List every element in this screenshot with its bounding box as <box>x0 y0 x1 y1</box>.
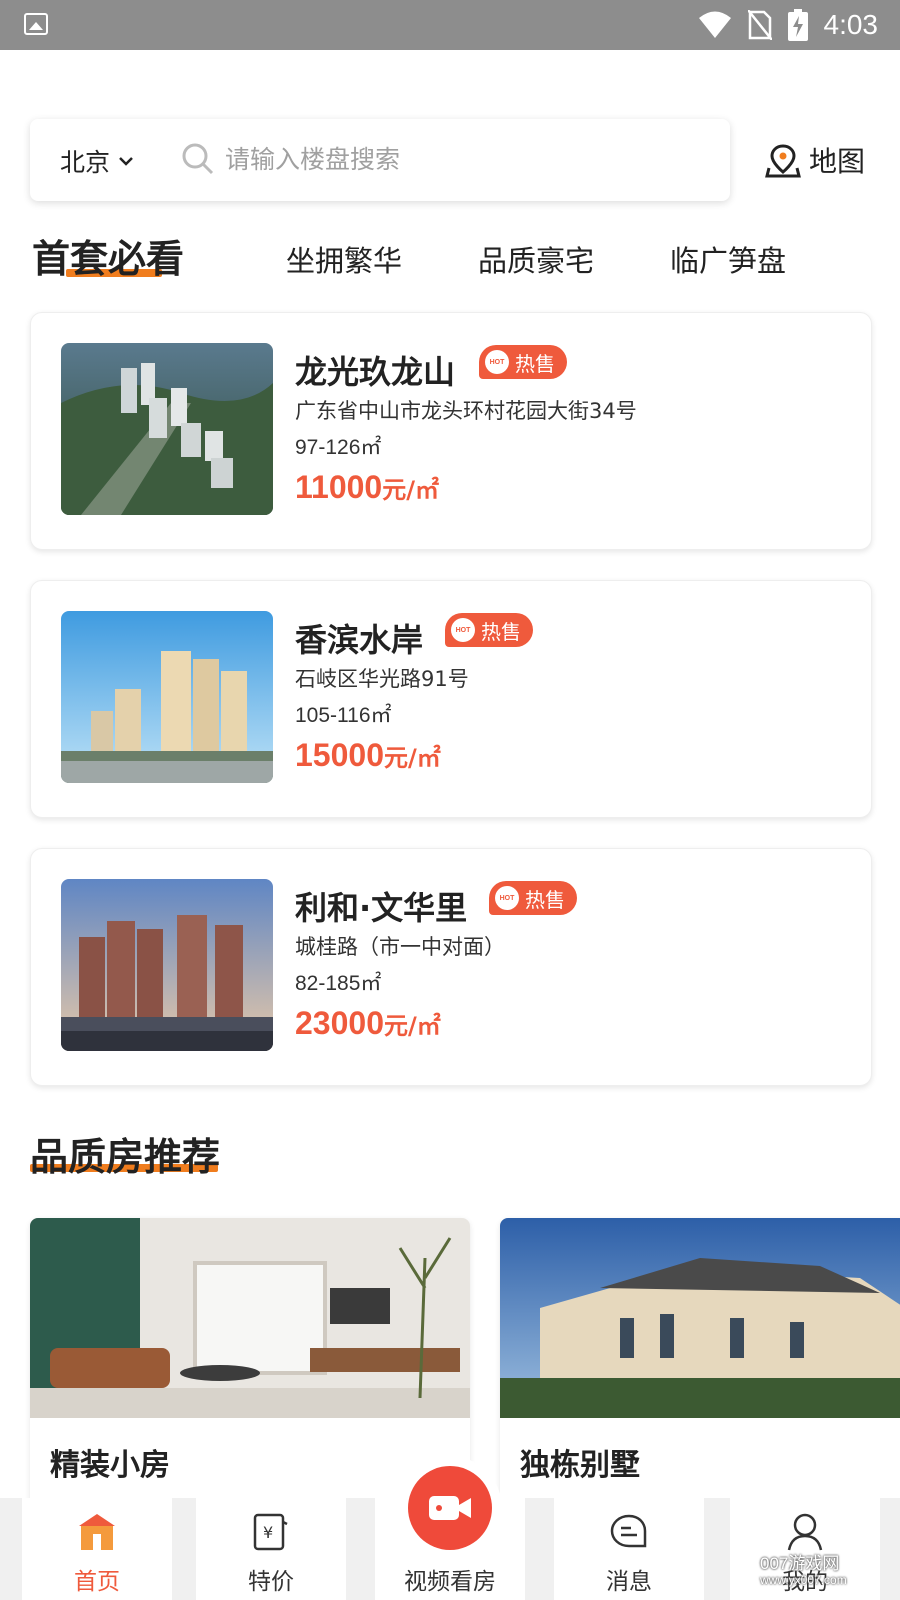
hot-icon: HOT <box>451 618 475 642</box>
property-price: 15000元/㎡ <box>295 737 441 773</box>
video-house-button[interactable] <box>408 1466 492 1550</box>
recommend-image <box>500 1218 900 1418</box>
map-label: 地图 <box>809 145 866 178</box>
tab-first-home[interactable]: 首套必看 <box>32 228 184 283</box>
price-tag-icon: ¥ <box>253 1513 288 1551</box>
hot-icon: HOT <box>485 350 509 374</box>
nav-messages-label: 消息 <box>606 1569 652 1595</box>
property-name: 龙光玖龙山 <box>295 353 456 391</box>
property-address: 城桂路（市一中对面） <box>295 935 505 959</box>
clock: 4:03 <box>823 9 879 40</box>
hot-icon: HOT <box>495 886 519 910</box>
city-label: 北京 <box>60 148 111 177</box>
recommend-image <box>30 1218 470 1418</box>
property-image <box>61 343 273 515</box>
search-input[interactable] <box>225 137 705 181</box>
tab-luxury[interactable]: 品质豪宅 <box>478 238 594 280</box>
property-area: 82-185㎡ <box>295 972 382 995</box>
tab-prosperity[interactable]: 坐拥繁华 <box>286 238 402 280</box>
nav-home-label: 首页 <box>74 1569 120 1595</box>
hot-sale-badge: HOT 热售 <box>479 345 567 379</box>
nav-video-label: 视频看房 <box>404 1569 496 1595</box>
tab-bargain[interactable]: 临广笋盘 <box>670 238 786 280</box>
category-tabs: 首套必看 坐拥繁华 品质豪宅 临广笋盘 <box>30 228 880 288</box>
message-icon <box>610 1514 647 1548</box>
property-card[interactable]: 利和·文华里 HOT 热售 城桂路（市一中对面） 82-185㎡ 23000元/… <box>30 848 872 1086</box>
gallery-notification-icon <box>24 13 48 35</box>
property-area: 105-116㎡ <box>295 704 392 727</box>
recommend-card[interactable]: 独栋别墅 <box>500 1218 900 1518</box>
map-button[interactable]: 地图 <box>765 140 865 180</box>
nav-special-price[interactable]: ¥ 特价 <box>196 1498 346 1600</box>
svg-text:¥: ¥ <box>263 1523 273 1542</box>
property-name: 利和·文华里 <box>295 889 468 927</box>
status-bar: 4:03 <box>0 0 900 50</box>
nav-special-label: 特价 <box>248 1569 294 1595</box>
recommend-title: 独栋别墅 <box>520 1448 640 1483</box>
map-pin-icon <box>765 144 801 178</box>
property-address: 石岐区华光路91号 <box>295 667 469 691</box>
property-area: 97-126㎡ <box>295 436 382 459</box>
chevron-down-icon <box>119 157 133 166</box>
recommend-card[interactable]: 精装小房 <box>30 1218 470 1518</box>
home-icon <box>79 1514 115 1550</box>
wifi-icon <box>698 11 731 38</box>
nav-messages[interactable]: 消息 <box>554 1498 704 1600</box>
property-address: 广东省中山市龙头环村花园大街34号 <box>295 399 637 423</box>
battery-charging-icon <box>787 9 808 41</box>
hot-sale-badge: HOT 热售 <box>489 881 577 915</box>
no-sim-icon <box>747 10 772 40</box>
user-icon <box>787 1513 823 1551</box>
section-title: 品质房推荐 <box>30 1135 221 1179</box>
video-camera-icon <box>429 1496 471 1520</box>
hot-sale-badge: HOT 热售 <box>445 613 533 647</box>
property-card[interactable]: 香滨水岸 HOT 热售 石岐区华光路91号 105-116㎡ 15000元/㎡ <box>30 580 872 818</box>
property-price: 23000元/㎡ <box>295 1005 441 1041</box>
property-image <box>61 879 273 1051</box>
property-name: 香滨水岸 <box>295 621 424 659</box>
watermark: 007游戏网 www.yx007.com <box>760 1554 847 1587</box>
property-price: 11000元/㎡ <box>295 469 439 505</box>
recommend-title: 精装小房 <box>50 1448 170 1483</box>
search-bar: 北京 <box>30 119 730 201</box>
property-image <box>61 611 273 783</box>
city-selector[interactable]: 北京 <box>60 143 134 179</box>
search-icon <box>182 143 214 175</box>
nav-home[interactable]: 首页 <box>22 1498 172 1600</box>
property-card[interactable]: 龙光玖龙山 HOT 热售 广东省中山市龙头环村花园大街34号 97-126㎡ 1… <box>30 312 872 550</box>
